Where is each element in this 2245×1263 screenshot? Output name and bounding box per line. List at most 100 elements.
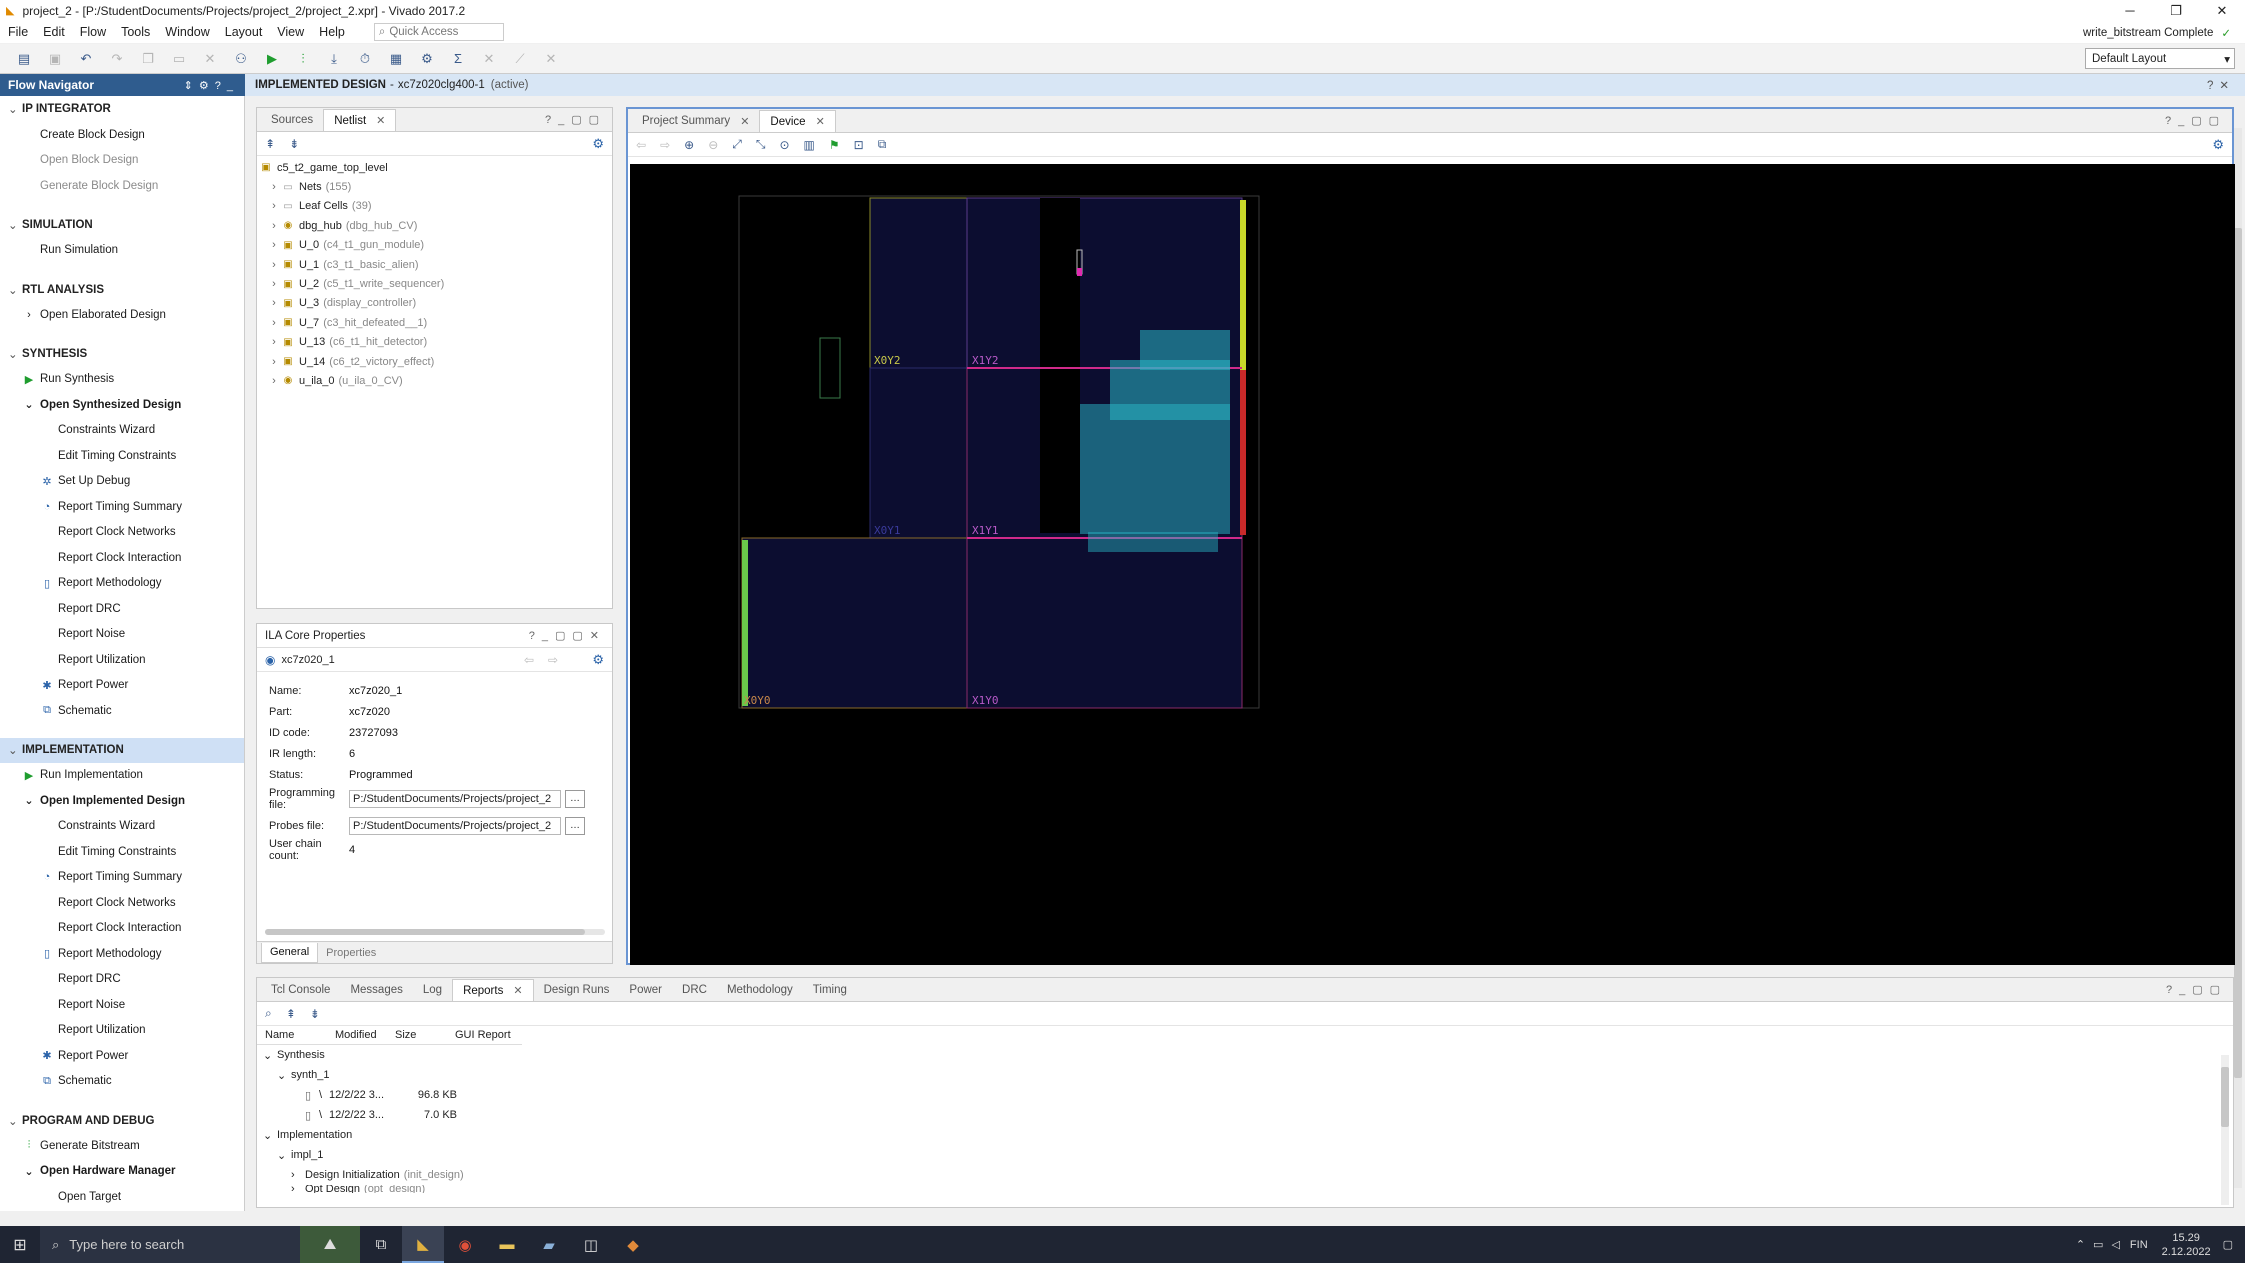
tab-timing[interactable]: Timing: [803, 979, 857, 1001]
menu-window[interactable]: Window: [165, 25, 209, 39]
synth-report-timing-summary[interactable]: ◔ Report Timing Summary: [0, 494, 244, 520]
nav-arrows-icon[interactable]: ⇦⇨: [524, 653, 572, 667]
section-implementation[interactable]: ⌄ IMPLEMENTATION: [0, 737, 244, 763]
expand-all-icon[interactable]: ⇟: [310, 1007, 320, 1021]
search-icon[interactable]: ⌕: [265, 1006, 272, 1021]
zoom-in-icon[interactable]: ⊕: [684, 138, 694, 152]
panel-tools-icon[interactable]: ?_▢▢✕: [529, 629, 606, 642]
tab-power[interactable]: Power: [619, 979, 672, 1001]
synth-report-power[interactable]: ✱ Report Power: [0, 673, 244, 699]
impl-edit-timing-constraints[interactable]: Edit Timing Constraints: [0, 839, 244, 865]
gear-icon[interactable]: ⚙: [2212, 137, 2224, 153]
close-icon[interactable]: ✕: [740, 115, 749, 128]
flow-navigator-tools-icon[interactable]: ⇕⚙?_: [184, 79, 239, 92]
program-device-icon[interactable]: ⤓: [322, 47, 346, 71]
generate-bitstream-icon[interactable]: ⫶: [291, 47, 315, 71]
table-row[interactable]: ⌄ Implementation: [257, 1125, 522, 1145]
tab-properties[interactable]: Properties: [318, 947, 384, 959]
zoom-out-icon[interactable]: ⊖: [708, 138, 718, 152]
probes-file-field[interactable]: P:/StudentDocuments/Projects/project_2: [349, 816, 561, 835]
clock[interactable]: 15.29 2.12.2022: [2162, 1231, 2211, 1259]
tab-project-summary[interactable]: Project Summary ✕: [632, 110, 759, 132]
snap-icon[interactable]: ⧉: [878, 137, 887, 152]
run-synthesis[interactable]: ▶ Run Synthesis: [0, 367, 244, 393]
zoom-fit-icon[interactable]: ⤢: [732, 137, 742, 152]
gear-icon[interactable]: ⚙: [592, 652, 604, 668]
generate-bitstream[interactable]: ⫶ Generate Bitstream: [0, 1133, 244, 1159]
close-button[interactable]: ✕: [2199, 0, 2245, 21]
impl-report-noise[interactable]: Report Noise: [0, 992, 244, 1018]
tree-node[interactable]: › ◉ dbg_hub (dbg_hub_CV): [257, 216, 612, 235]
impl-report-clock-networks[interactable]: Report Clock Networks: [0, 890, 244, 916]
synth-schematic[interactable]: ⧉ Schematic: [0, 698, 244, 724]
git-icon[interactable]: ◆: [612, 1226, 654, 1263]
open-target[interactable]: Open Target: [0, 1184, 244, 1210]
section-synthesis[interactable]: ⌄ SYNTHESIS: [0, 342, 244, 367]
menu-flow[interactable]: Flow: [80, 25, 106, 39]
run-icon[interactable]: ▶: [260, 47, 284, 71]
impl-schematic[interactable]: ⧉ Schematic: [0, 1069, 244, 1095]
gear-icon[interactable]: ⚙: [592, 136, 604, 152]
minimize-button[interactable]: ─: [2107, 0, 2153, 21]
browse-button[interactable]: …: [565, 789, 585, 808]
folder-icon[interactable]: ▬: [486, 1226, 528, 1263]
tree-node[interactable]: › ▣ U_3 (display_controller): [257, 294, 612, 313]
app-icon[interactable]: ▰: [528, 1226, 570, 1263]
landscape-icon[interactable]: ⛰: [300, 1226, 360, 1263]
zoom-selected-icon[interactable]: ⤡: [756, 137, 766, 152]
tree-node[interactable]: › ▣ U_0 (c4_t1_gun_module): [257, 236, 612, 255]
tab-device[interactable]: Device ✕: [759, 110, 836, 132]
tree-root[interactable]: ▣ c5_t2_game_top_level: [257, 158, 612, 177]
tab-methodology[interactable]: Methodology: [717, 979, 803, 1001]
back-icon[interactable]: ⇦: [636, 138, 646, 152]
collapse-all-icon[interactable]: ⇞: [286, 1007, 296, 1021]
forward-icon[interactable]: ⇨: [660, 138, 670, 152]
tool-dim-icon[interactable]: ⟋: [508, 47, 532, 71]
scroll-thumb[interactable]: [265, 929, 585, 935]
table-row[interactable]: ▯ \ 12/2/22 3... 7.0 KB: [257, 1105, 522, 1125]
tree-node[interactable]: › ▣ U_1 (c3_t1_basic_alien): [257, 255, 612, 274]
tab-log[interactable]: Log: [413, 979, 452, 1001]
impl-report-timing-summary[interactable]: ◔ Report Timing Summary: [0, 865, 244, 891]
tab-reports[interactable]: Reports ✕: [452, 979, 534, 1001]
select-area-icon[interactable]: ⊡: [854, 138, 864, 152]
delete-icon[interactable]: ✕: [198, 47, 222, 71]
timer-icon[interactable]: ⏱: [353, 47, 377, 71]
impl-constraints-wizard[interactable]: Constraints Wizard: [0, 814, 244, 840]
sigma-icon[interactable]: Σ: [446, 47, 470, 71]
tree-node[interactable]: › ▣ U_2 (c5_t1_write_sequencer): [257, 274, 612, 293]
impl-bar-tools-icon[interactable]: ?✕: [2207, 78, 2235, 92]
tab-general[interactable]: General: [261, 942, 319, 963]
auto-connect-icon[interactable]: ⚇: [229, 47, 253, 71]
scroll-thumb[interactable]: [2234, 228, 2242, 1078]
network-icon[interactable]: ▭: [2093, 1238, 2103, 1251]
synth-report-clock-networks[interactable]: Report Clock Networks: [0, 520, 244, 546]
menu-view[interactable]: View: [277, 25, 304, 39]
media-icon[interactable]: ◫: [570, 1226, 612, 1263]
menu-help[interactable]: Help: [319, 25, 345, 39]
table-row[interactable]: › Design Initialization (init_design): [257, 1165, 522, 1185]
open-implemented-design[interactable]: ⌄ Open Implemented Design: [0, 788, 244, 814]
quick-access-input[interactable]: ⌕ Quick Access: [373, 23, 504, 41]
tree-node[interactable]: › ▣ U_7 (c3_hit_defeated__1): [257, 313, 612, 332]
table-row[interactable]: ⌄ impl_1: [257, 1145, 522, 1165]
tree-node[interactable]: › ▭ Nets (155): [257, 177, 612, 196]
set-up-debug[interactable]: ✲ Set Up Debug: [0, 469, 244, 495]
panel-tools-icon[interactable]: ?_▢▢: [2165, 114, 2226, 127]
chrome-icon[interactable]: ◉: [444, 1226, 486, 1263]
close-icon[interactable]: ✕: [816, 115, 825, 128]
tree-node[interactable]: › ▣ U_14 (c6_t2_victory_effect): [257, 352, 612, 371]
synth-report-methodology[interactable]: ▯ Report Methodology: [0, 571, 244, 597]
tab-sources[interactable]: Sources: [261, 109, 323, 131]
volume-icon[interactable]: ◁: [2111, 1238, 2119, 1251]
reports-scrollbar[interactable]: [2221, 1055, 2229, 1205]
menu-file[interactable]: File: [8, 25, 28, 39]
section-simulation[interactable]: ⌄ SIMULATION: [0, 213, 244, 238]
tool-dim2-icon[interactable]: ✕: [539, 47, 563, 71]
undo-icon[interactable]: ↶: [74, 47, 98, 71]
synth-report-utilization[interactable]: Report Utilization: [0, 647, 244, 673]
expand-icon[interactable]: ⇟: [289, 137, 299, 151]
auto-fit-icon[interactable]: ⊙: [779, 138, 789, 152]
close-icon[interactable]: ✕: [513, 984, 522, 997]
run-implementation[interactable]: ▶ Run Implementation: [0, 763, 244, 789]
